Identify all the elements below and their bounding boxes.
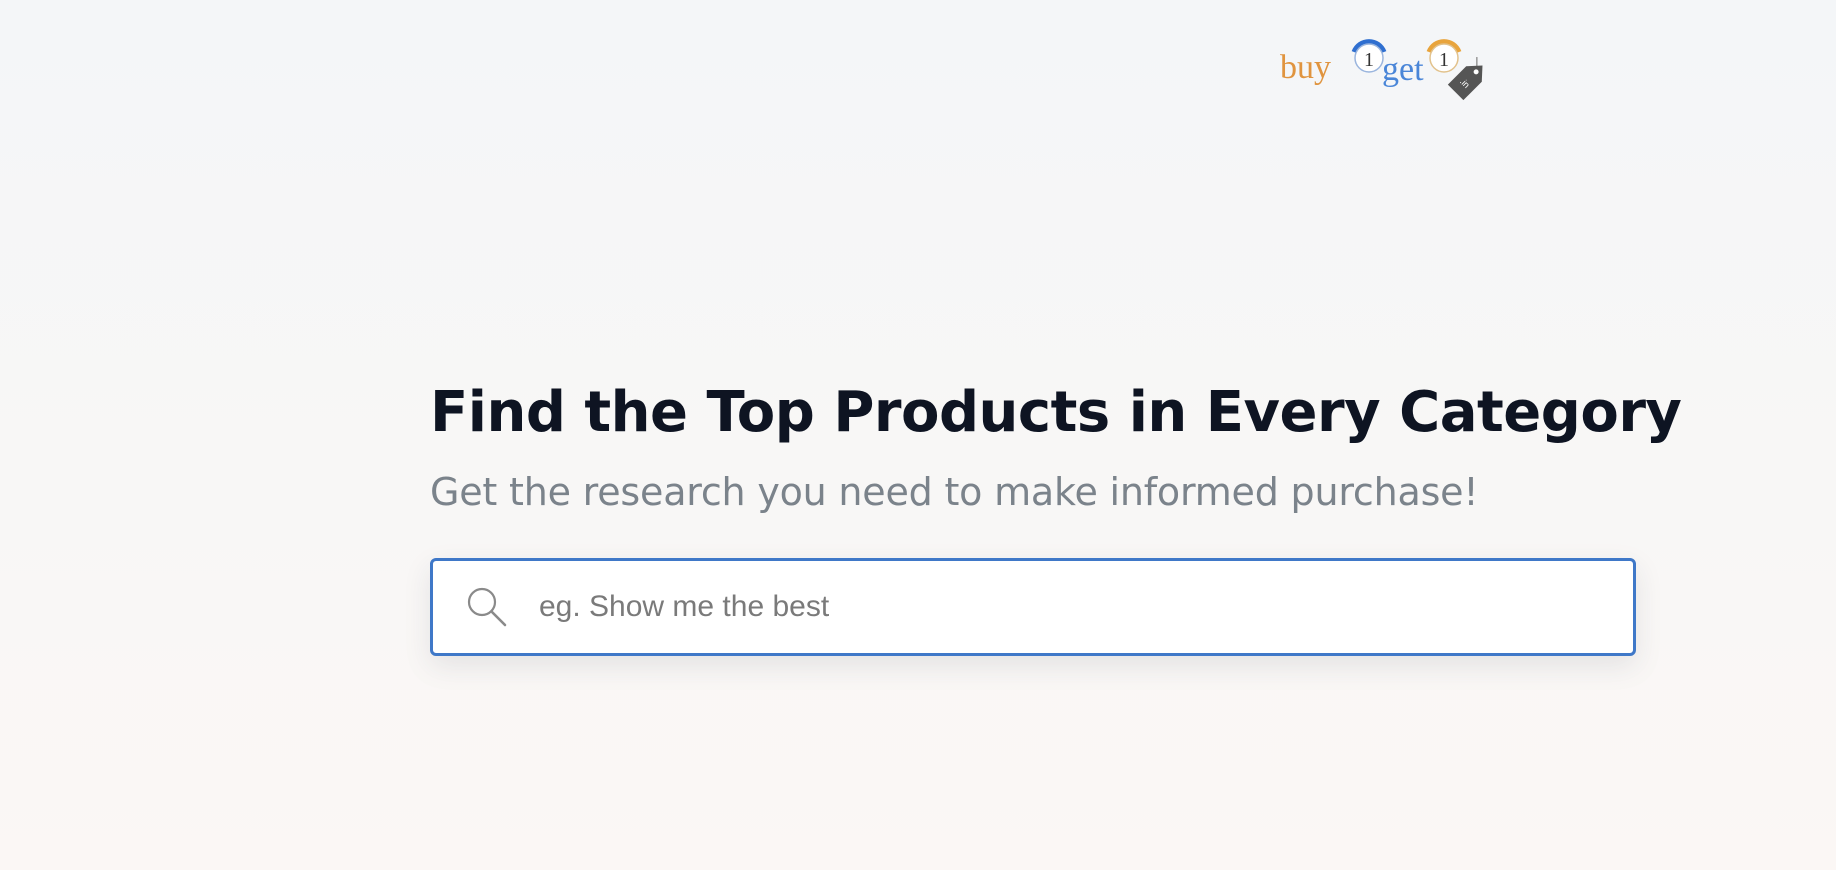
logo-word-get: get <box>1382 51 1424 88</box>
search-input[interactable] <box>537 576 1613 638</box>
search-bar[interactable] <box>430 558 1636 656</box>
svg-text:1: 1 <box>1364 49 1374 71</box>
site-logo[interactable]: buy 1 get 1 .in <box>1278 30 1518 120</box>
logo-word-buy: buy <box>1280 49 1331 86</box>
search-icon[interactable] <box>465 585 509 629</box>
logo-badge-1-icon: 1 <box>1351 39 1387 73</box>
hero-section: Find the Top Products in Every Category … <box>430 378 1682 516</box>
page-subtitle: Get the research you need to make inform… <box>430 470 1479 514</box>
page-title: Find the Top Products in Every Category <box>430 380 1682 445</box>
logo-badge-2-icon: 1 <box>1426 39 1462 73</box>
svg-text:1: 1 <box>1439 49 1449 71</box>
